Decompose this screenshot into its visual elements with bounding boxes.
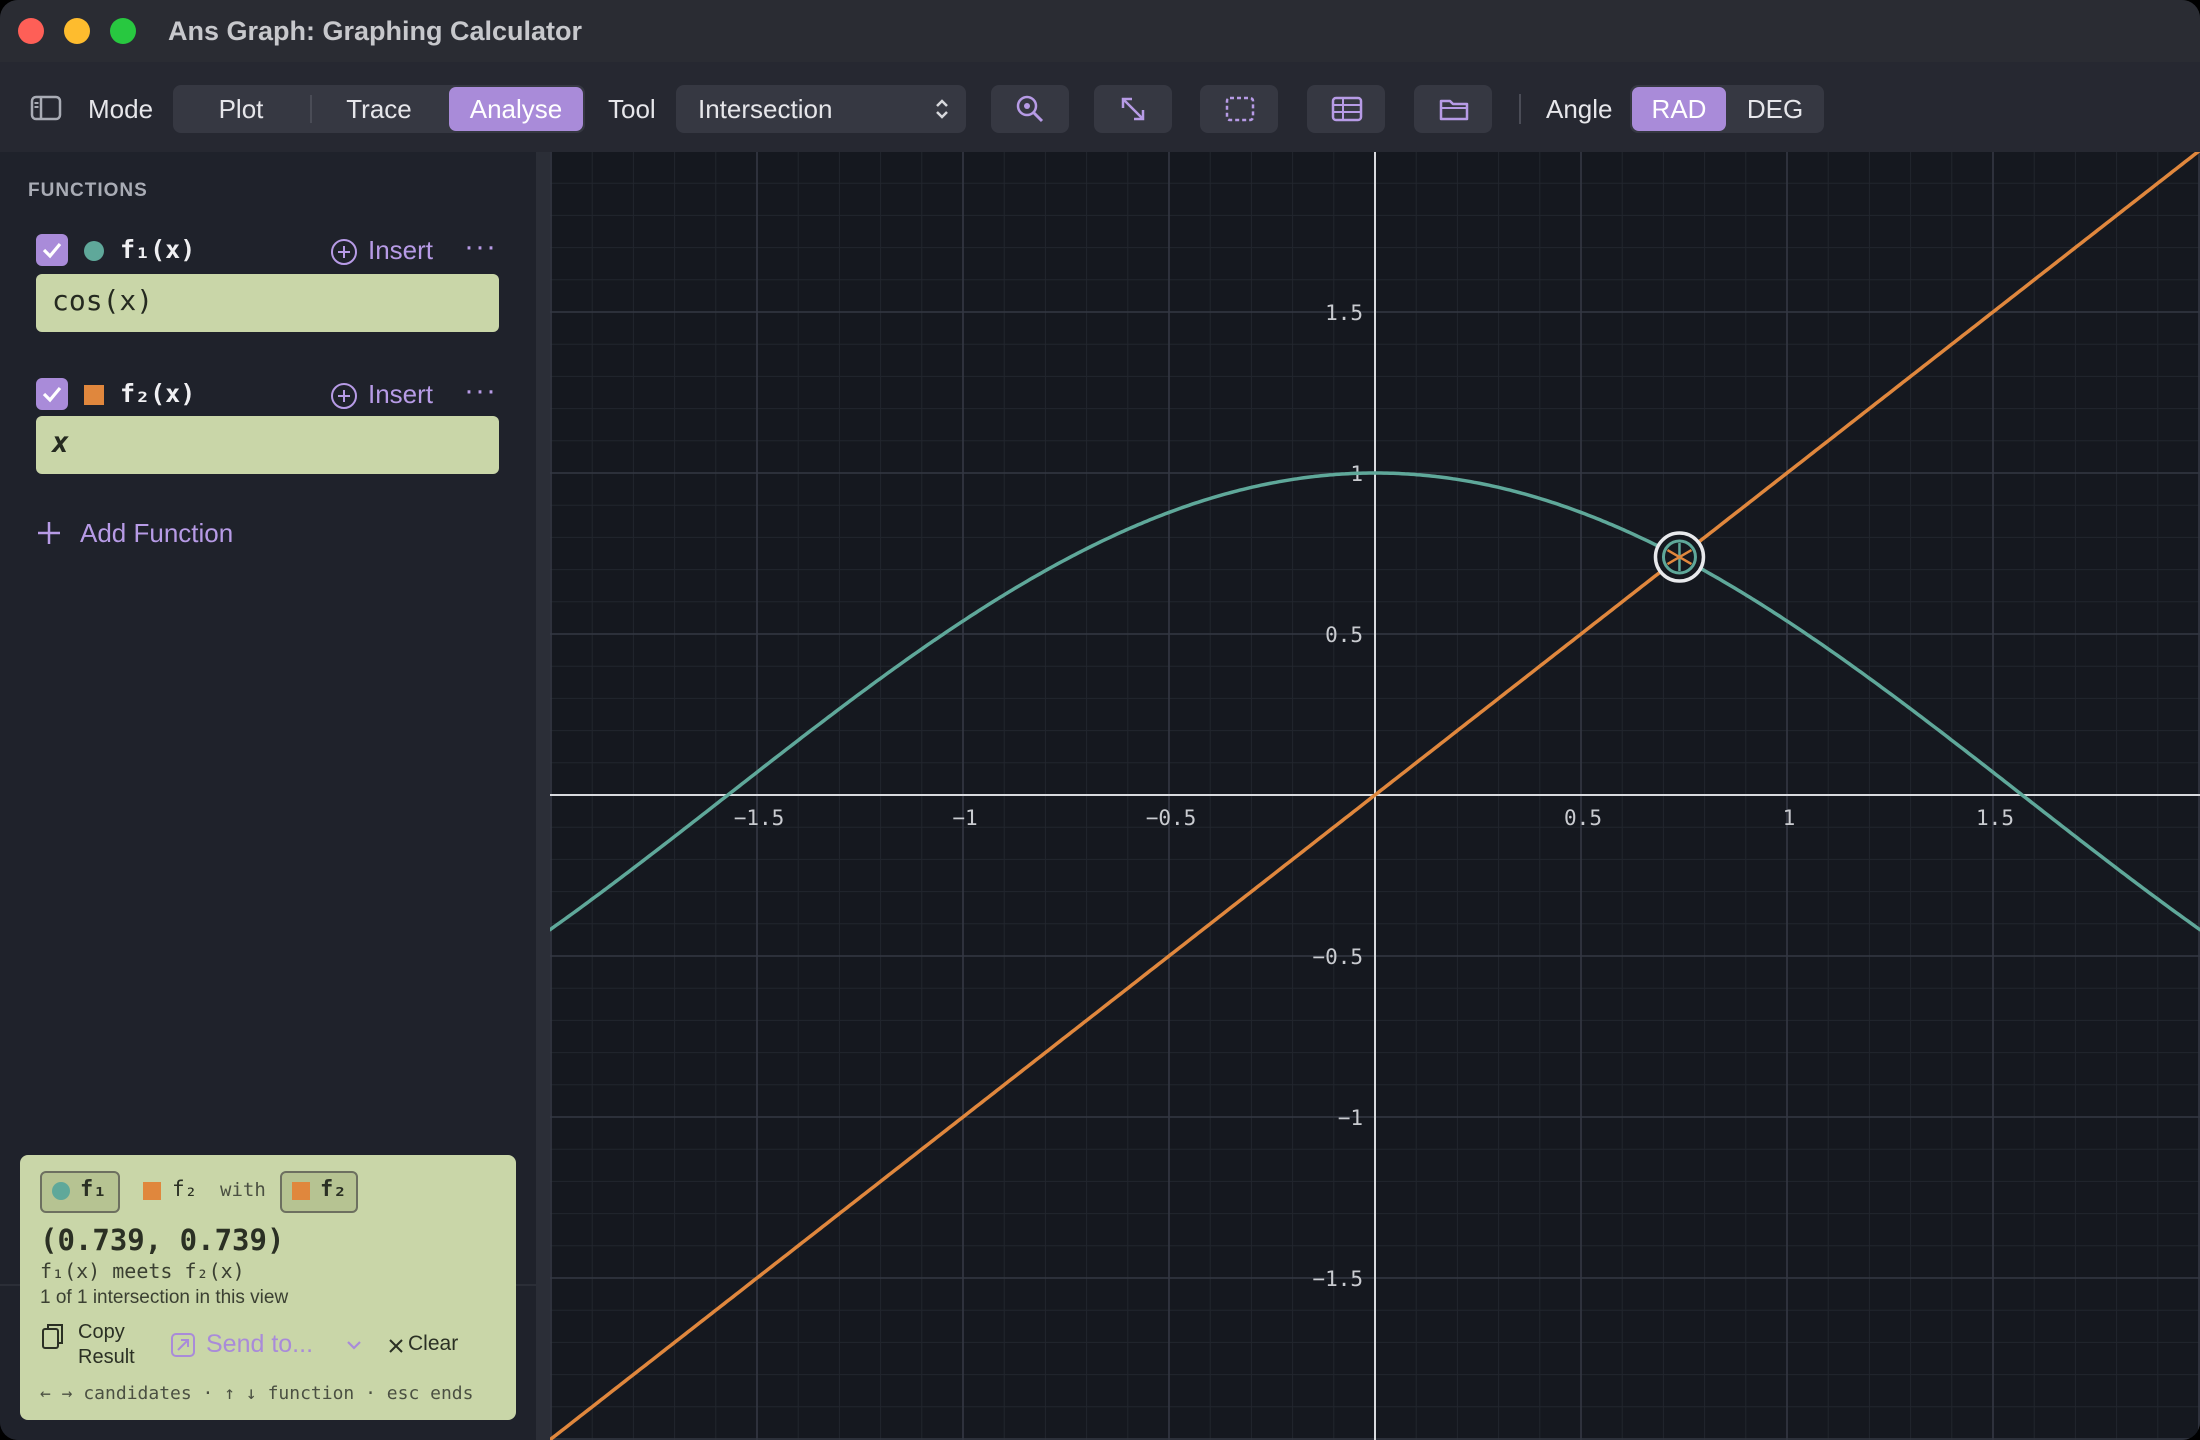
plus-icon xyxy=(38,522,60,544)
app-window: Ans Graph: Graphing Calculator Mode Plot… xyxy=(0,0,2200,1440)
angle-label: Angle xyxy=(1546,94,1613,124)
y-tick-label: 1.5 xyxy=(1325,301,1363,325)
send-to-label: Send to... xyxy=(206,1330,314,1358)
title-bar: Ans Graph: Graphing Calculator xyxy=(0,0,2200,62)
result-label: Result xyxy=(78,1346,135,1368)
f2-color-square xyxy=(143,1182,161,1200)
mode-trace-button[interactable]: Trace xyxy=(312,85,446,133)
tool-label: Tool xyxy=(608,94,656,124)
graph-plot[interactable]: −1.5 −1 −0.5 0.5 1 1.51.510.5−0.5−1−1.5 xyxy=(550,152,2200,1440)
checkmark-icon xyxy=(42,386,62,403)
close-icon xyxy=(389,1339,403,1353)
plus-circle-icon xyxy=(331,383,357,409)
select-region-button[interactable] xyxy=(1200,85,1278,133)
function-f1-more-button[interactable]: ··· xyxy=(464,230,497,264)
toolbar: Mode Plot Trace Analyse Tool Intersectio… xyxy=(0,62,2200,154)
add-function-label: Add Function xyxy=(80,518,234,548)
copy-result-button[interactable]: Copy Result xyxy=(40,1320,160,1372)
function-f1-checkbox[interactable] xyxy=(36,234,68,266)
x-tick-label: −0.5 xyxy=(1146,806,1197,830)
function-f1-expression-input[interactable]: cos(x) xyxy=(36,274,499,332)
insert-label: Insert xyxy=(368,235,434,265)
tool-select-value: Intersection xyxy=(698,94,833,124)
f2-color-square xyxy=(292,1182,310,1200)
tool-select[interactable]: Intersection xyxy=(676,85,966,133)
share-icon xyxy=(171,1333,195,1357)
plus-circle-icon xyxy=(331,239,357,265)
angle-rad-button[interactable]: RAD xyxy=(1632,87,1726,131)
result-chip-f2[interactable]: f₂ xyxy=(280,1171,358,1213)
intersection-marker[interactable] xyxy=(1653,531,1706,583)
copy-icon xyxy=(42,1324,63,1349)
function-f2-name: f₂(x) xyxy=(120,379,196,408)
intersection-description: f₁(x) meets f₂(x) xyxy=(40,1259,245,1283)
table-button[interactable] xyxy=(1307,85,1385,133)
zoom-icon xyxy=(1016,95,1044,123)
result-chip-f1[interactable]: f₁ xyxy=(40,1171,120,1213)
y-tick-label: 0.5 xyxy=(1325,623,1363,647)
zoom-window-button[interactable] xyxy=(110,18,136,44)
keyboard-hint: ← → candidates · ↑ ↓ function · esc ends xyxy=(40,1383,474,1404)
sidebar-resize-handle[interactable] xyxy=(536,152,550,1440)
angle-segmented-control: RAD DEG xyxy=(1630,85,1824,133)
sidebar-toggle-icon[interactable] xyxy=(30,95,62,126)
window-title: Ans Graph: Graphing Calculator xyxy=(168,16,583,46)
functions-heading: FUNCTIONS xyxy=(28,180,148,201)
function-f2-expression: x xyxy=(52,426,69,459)
insert-label: Insert xyxy=(368,379,434,409)
x-tick-label: −1.5 xyxy=(734,806,785,830)
function-f1-expression: cos(x) xyxy=(52,284,154,317)
x-tick-label: 1.5 xyxy=(1976,806,2014,830)
selection-rect-icon xyxy=(1225,96,1255,122)
checkmark-icon xyxy=(42,242,62,259)
intersection-count: 1 of 1 intersection in this view xyxy=(40,1287,289,1308)
y-tick-label: −1.5 xyxy=(1312,1267,1363,1291)
minimize-window-button[interactable] xyxy=(64,18,90,44)
angle-deg-button[interactable]: DEG xyxy=(1728,85,1822,133)
f1-color-dot xyxy=(52,1182,70,1200)
open-file-button[interactable] xyxy=(1414,85,1492,133)
chevron-updown-icon xyxy=(936,99,948,119)
y-tick-label: −0.5 xyxy=(1312,945,1363,969)
clear-label: Clear xyxy=(408,1332,459,1355)
chip-label: f₁ xyxy=(80,1177,107,1202)
function-f1-color-dot[interactable] xyxy=(84,241,104,261)
mode-label: Mode xyxy=(88,94,154,124)
mode-plot-button[interactable]: Plot xyxy=(173,85,309,133)
chip-label: f₂ xyxy=(320,1177,347,1202)
function-f2-more-button[interactable]: ··· xyxy=(464,374,497,408)
fit-expand-icon xyxy=(1121,97,1145,121)
function-f1-name: f₁(x) xyxy=(120,235,196,264)
table-icon xyxy=(1331,96,1363,122)
fit-view-button[interactable] xyxy=(1094,85,1172,133)
folder-icon xyxy=(1439,99,1469,121)
intersection-coordinates: (0.739, 0.739) xyxy=(40,1223,285,1257)
x-tick-label: 0.5 xyxy=(1564,806,1602,830)
copy-label: Copy xyxy=(78,1321,125,1343)
function-f2-color-square[interactable] xyxy=(84,385,104,405)
function-f2-checkbox[interactable] xyxy=(36,378,68,410)
zoom-button[interactable] xyxy=(991,85,1069,133)
x-tick-label: −1 xyxy=(952,806,977,830)
clear-button[interactable]: Clear xyxy=(389,1332,459,1356)
with-label: with xyxy=(220,1179,266,1201)
graph-canvas[interactable]: −1.5 −1 −0.5 0.5 1 1.5 1.5 1 0.5 −0.5 −1 −1.5 xyxy=(550,152,2200,1440)
intersection-result-panel: f₁ f₂ with f₂ (0.739, 0.739) f₁(x) meets… xyxy=(20,1155,516,1420)
chevron-down-icon xyxy=(347,1341,361,1350)
x-tick-label: 1 xyxy=(1783,806,1796,830)
close-window-button[interactable] xyxy=(18,18,44,44)
result-f2-label: f₂ xyxy=(172,1177,198,1201)
mode-segmented-control: Plot Trace Analyse xyxy=(173,85,585,133)
function-f2-expression-input[interactable]: x xyxy=(36,416,499,474)
mode-analyse-button[interactable]: Analyse xyxy=(449,87,583,131)
y-tick-label: −1 xyxy=(1338,1106,1363,1130)
